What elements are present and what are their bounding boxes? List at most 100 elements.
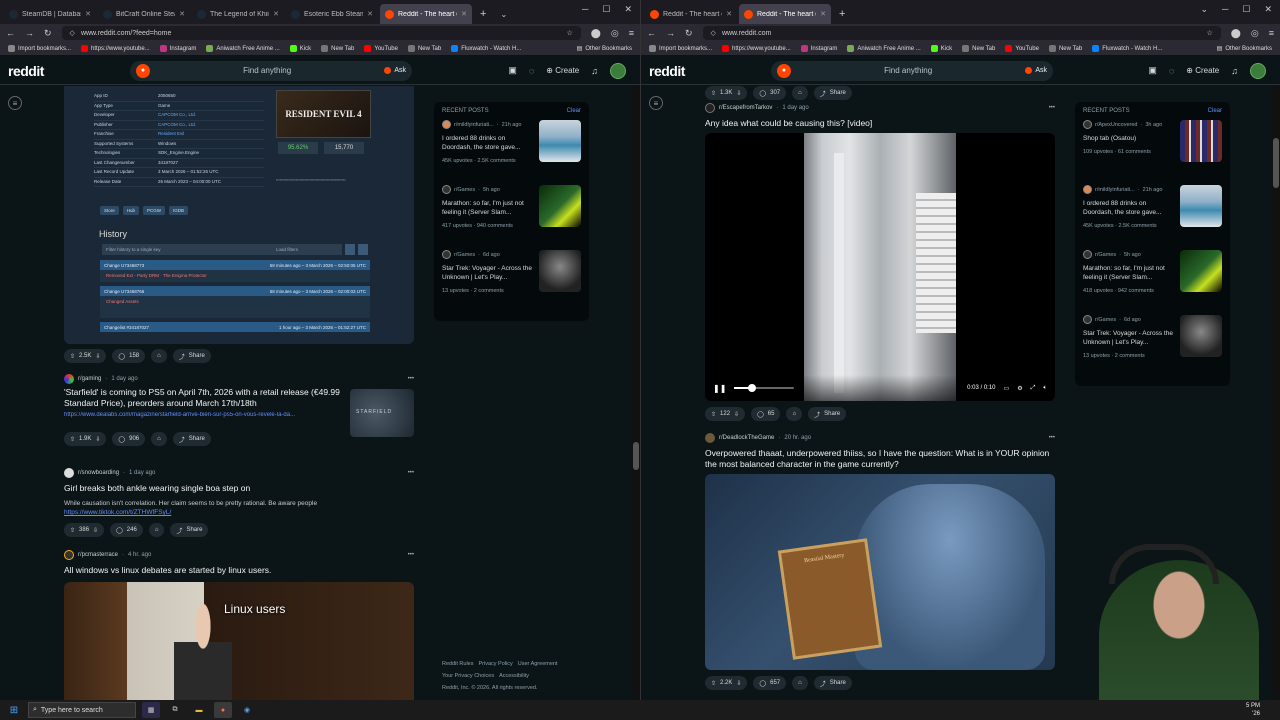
bookmark-item[interactable]: New Tab	[1048, 45, 1082, 52]
recent-post-subreddit[interactable]: r/Games	[1095, 252, 1116, 258]
recent-post-subreddit[interactable]: r/Games	[454, 187, 475, 193]
post-image-steamdb[interactable]: App ID 2050650 App Type Game Developer CAPCOM…	[64, 86, 414, 344]
clear-recent-button[interactable]: Clear	[1208, 108, 1222, 114]
chat-icon[interactable]: ◌	[1169, 66, 1174, 76]
bookmark-item[interactable]: New Tab	[962, 45, 995, 52]
task-view-icon[interactable]: ⧉	[166, 702, 184, 718]
vote-pill[interactable]: ⇧ 122 ⇩	[705, 407, 746, 421]
subreddit-name[interactable]: r/snowboarding	[78, 470, 119, 476]
menu-icon[interactable]: ≡	[1269, 28, 1274, 38]
search-input[interactable]: Find anything	[150, 66, 384, 75]
post-image-linux[interactable]: Linux users	[64, 582, 414, 700]
recent-post-title[interactable]: Marathon: so far, I'm just not feeling i…	[442, 199, 534, 217]
tab-close-icon[interactable]: ✕	[179, 10, 185, 18]
share-button[interactable]: ⤴ Share	[172, 349, 211, 363]
forward-icon[interactable]: →	[666, 28, 675, 38]
url-bar[interactable]: ◇ www.reddit.com/?feed=home ☆	[61, 26, 581, 40]
share-button[interactable]: ⤴ Share	[813, 86, 852, 100]
post-options-icon[interactable]: •••	[1049, 435, 1055, 441]
browser-tab[interactable]: SteamDB | Database of e ✕	[4, 4, 96, 24]
search-bar[interactable]: ● Find anything Ask	[771, 60, 1053, 81]
recent-post-subreddit[interactable]: r/Games	[454, 252, 475, 258]
post-image-deadlock[interactable]: Beastial Mastery	[705, 474, 1055, 670]
post-link[interactable]: https://www.dealabs.com/magazine/starfie…	[64, 412, 344, 418]
video-player[interactable]: ❚❚ 0:03 / 0:10 ▭ ⚙ ⤢ 🔈︎	[705, 133, 1055, 401]
account-icon[interactable]: ◎	[1251, 28, 1259, 39]
subreddit-avatar[interactable]	[64, 550, 74, 560]
upvote-icon[interactable]: ⇧	[711, 411, 716, 418]
comments-button[interactable]: ◯ 906	[112, 432, 146, 446]
recent-post-item[interactable]: r/Games · 5h ago Marathon: so far, I'm just…	[442, 185, 581, 249]
windows-start-icon[interactable]: ⊞	[0, 700, 28, 720]
video-seek-bar[interactable]	[734, 384, 795, 392]
history-filter-input[interactable]: Filter history to a single key Load filte…	[102, 244, 342, 255]
bookmark-item[interactable]: Aniwatch Free Anime ...	[847, 45, 921, 52]
comments-button[interactable]: ◯ 307	[753, 86, 787, 100]
video-seek-handle[interactable]	[748, 384, 757, 392]
award-button[interactable]: ⌂	[792, 86, 808, 100]
notification-bell-icon[interactable]: ♫	[1231, 66, 1238, 76]
tab-close-icon[interactable]: ✕	[367, 10, 373, 18]
history-sort-button[interactable]	[358, 244, 368, 255]
steamdb-filter-button[interactable]: IGDB	[169, 206, 189, 215]
award-button[interactable]: ⌂	[151, 349, 167, 363]
share-button[interactable]: ⤴ Share	[813, 676, 852, 690]
sidebar-menu-icon[interactable]: ≡	[8, 96, 22, 110]
share-button[interactable]: ⤴ Share	[808, 407, 847, 421]
mute-icon[interactable]: 🔈︎	[1043, 385, 1047, 392]
recent-post-title[interactable]: I ordered 88 drinks on Doordash, the sto…	[442, 134, 534, 152]
subreddit-name[interactable]: r/gaming	[78, 376, 101, 382]
firefox-icon[interactable]: ●	[214, 702, 232, 718]
steamdb-filter-button[interactable]: PCGW	[143, 206, 166, 215]
share-button[interactable]: ⤴ Share	[172, 432, 211, 446]
recent-post-item[interactable]: r/ApexUncovered · 3h ago Shop tab (Osatou) 1…	[1083, 120, 1222, 184]
steam-icon[interactable]: ◉	[238, 702, 256, 718]
notification-bell-icon[interactable]: ♫	[591, 66, 598, 76]
reddit-logo[interactable]: reddit	[8, 63, 44, 79]
maximize-button[interactable]: ☐	[1242, 4, 1250, 15]
recent-post-subreddit[interactable]: r/Games	[1095, 317, 1116, 323]
downvote-icon[interactable]: ⇩	[95, 436, 100, 443]
upvote-icon[interactable]: ⇧	[70, 527, 75, 534]
browser-tab[interactable]: The Legend of Khiimori ✕	[192, 4, 284, 24]
advertise-icon[interactable]: ▣	[1148, 65, 1157, 76]
system-clock[interactable]: 5 PM '26	[1246, 702, 1260, 718]
footer-link[interactable]: Accessibility	[499, 673, 529, 679]
vote-pill[interactable]: ⇧ 2.2K ⇩	[705, 676, 748, 690]
create-button[interactable]: ⊕ Create	[546, 66, 579, 75]
subreddit-name[interactable]: r/pcmasterrace	[78, 552, 118, 558]
browser-tab[interactable]: Reddit - The heart of th ✕	[380, 4, 472, 24]
bookmark-item[interactable]: Import bookmarks...	[8, 45, 71, 52]
bookmark-item[interactable]: Instagram	[159, 45, 196, 52]
bookmark-item[interactable]: Instagram	[800, 45, 837, 52]
subreddit-avatar[interactable]	[705, 103, 715, 113]
tab-overflow-icon[interactable]: ⌄	[1200, 4, 1208, 15]
recent-post-item[interactable]: r/mildlyinfuriati... · 21h ago I ordered 88…	[442, 120, 581, 184]
close-window-button[interactable]: ✕	[1264, 4, 1272, 15]
vote-pill[interactable]: ⇧ 1.9K ⇩	[64, 432, 107, 446]
post-title[interactable]: 'Starfield' is coming to PS5 on April 7t…	[64, 387, 344, 409]
fullscreen-icon[interactable]: ⤢	[1031, 385, 1036, 392]
search-input[interactable]: Find anything	[791, 66, 1025, 75]
subreddit-name[interactable]: r/DeadlockTheGame	[719, 435, 774, 441]
browser-tab[interactable]: Esoteric Ebb Steam Char✕	[286, 4, 378, 24]
url-bar[interactable]: ◇ www.reddit.com ☆	[702, 26, 1221, 40]
recent-post-item[interactable]: r/Games · 6d ago Star Trek: Voyager - Acros…	[442, 250, 581, 314]
maximize-button[interactable]: ☐	[602, 4, 610, 15]
recent-post-thumbnail[interactable]	[539, 120, 581, 162]
tab-close-icon[interactable]: ✕	[820, 10, 826, 18]
bookmark-item[interactable]: https://www.youtube...	[722, 45, 791, 52]
bookmark-star-icon[interactable]: ☆	[1207, 29, 1213, 37]
upvote-icon[interactable]: ⇧	[711, 90, 716, 97]
comments-button[interactable]: ◯ 246	[110, 523, 143, 537]
scrollbar-thumb[interactable]	[633, 442, 639, 470]
reddit-logo[interactable]: reddit	[649, 63, 685, 79]
minimize-button[interactable]: ─	[582, 4, 588, 15]
award-button[interactable]: ⌂	[148, 523, 165, 537]
recent-post-thumbnail[interactable]	[539, 250, 581, 292]
bookmark-item[interactable]: Import bookmarks...	[649, 45, 712, 52]
post-options-icon[interactable]: •••	[408, 376, 414, 382]
user-avatar[interactable]	[1250, 62, 1266, 79]
recent-post-thumbnail[interactable]	[539, 185, 581, 227]
footer-link[interactable]: Reddit Rules	[442, 661, 474, 667]
